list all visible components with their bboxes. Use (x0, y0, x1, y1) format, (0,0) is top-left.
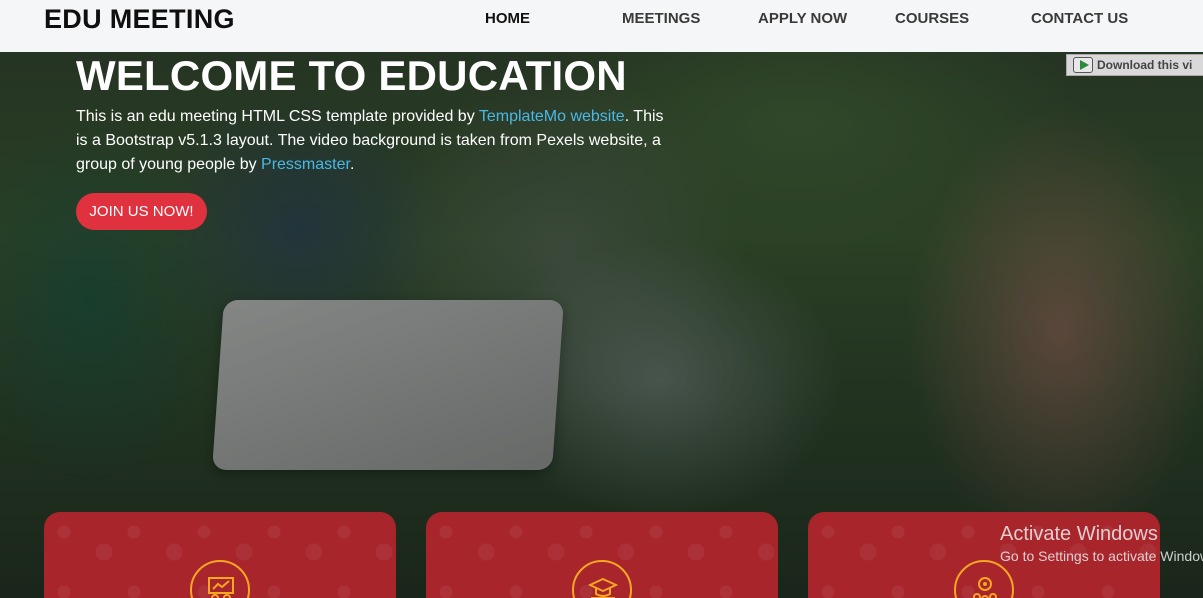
watermark-title: Activate Windows (1000, 523, 1158, 545)
service-card-1[interactable] (44, 512, 396, 598)
hero-text-3: . (349, 156, 355, 173)
nav-contact-us[interactable]: CONTACT US (1031, 10, 1128, 27)
hero-text-1: This is an edu meeting HTML CSS template… (76, 108, 479, 125)
people-gear-icon (954, 560, 1014, 598)
hero-title: WELCOME TO EDUCATION (76, 52, 627, 99)
watermark-subtitle: Go to Settings to activate Windows. (1000, 548, 1203, 564)
play-icon (1073, 57, 1093, 73)
graduation-cap-icon (572, 560, 632, 598)
main-nav: HOME MEETINGS APPLY NOW COURSES CONTACT … (0, 10, 1203, 30)
download-video-button[interactable]: Download this vi (1066, 54, 1203, 76)
nav-courses[interactable]: COURSES (895, 10, 969, 27)
service-card-2[interactable] (426, 512, 778, 598)
nav-home[interactable]: HOME (485, 10, 530, 27)
hero-description: This is an edu meeting HTML CSS template… (76, 105, 666, 177)
presentation-icon (190, 560, 250, 598)
nav-meetings[interactable]: MEETINGS (622, 10, 700, 27)
nav-apply-now[interactable]: APPLY NOW (758, 10, 847, 27)
site-header: EDU MEETING HOME MEETINGS APPLY NOW COUR… (0, 0, 1203, 52)
windows-activation-watermark: Activate Windows Go to Settings to activ… (1000, 523, 1203, 564)
laptop-image (212, 300, 564, 470)
pressmaster-link[interactable]: Pressmaster (261, 156, 350, 173)
join-us-button[interactable]: JOIN US NOW! (76, 193, 207, 230)
download-label: Download this vi (1097, 58, 1193, 72)
templatemo-link[interactable]: TemplateMo website (479, 108, 625, 125)
